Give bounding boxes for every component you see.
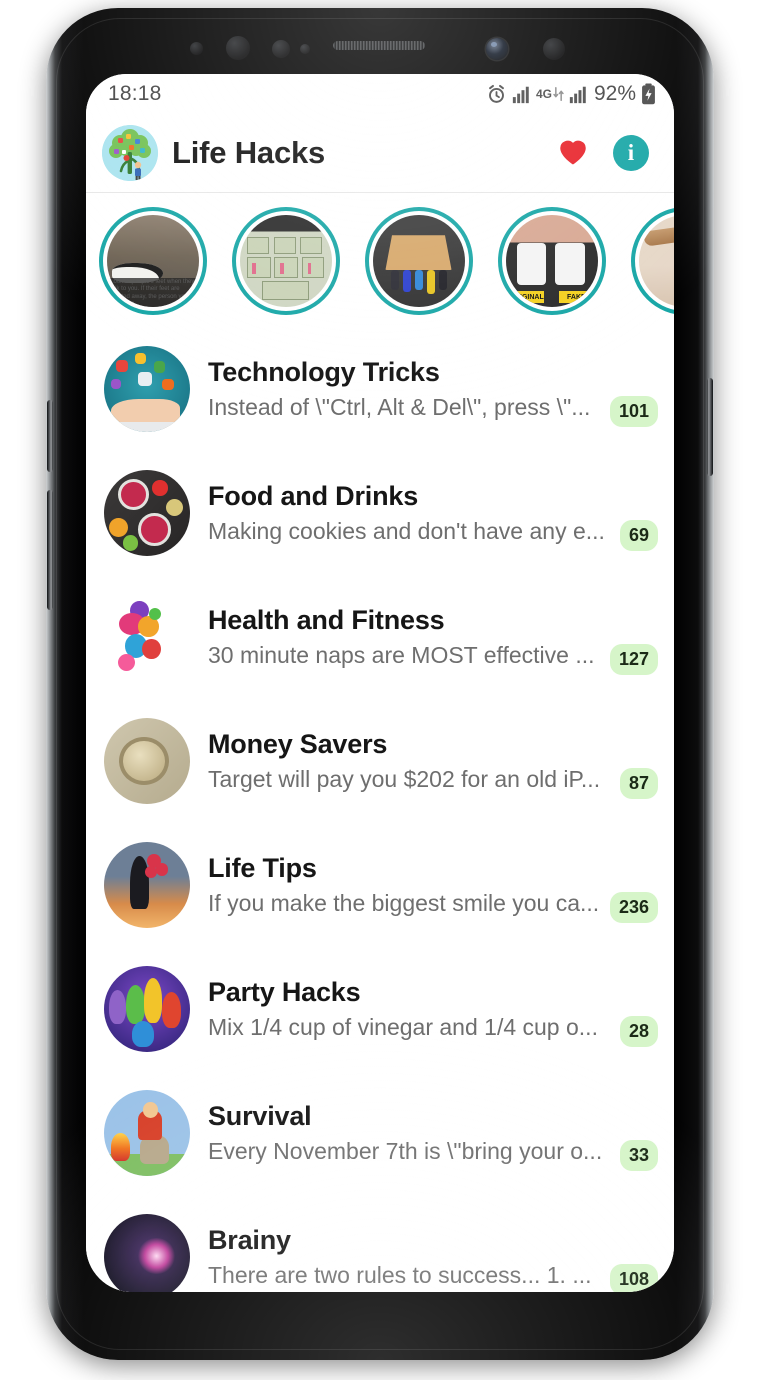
story-ring <box>364 207 473 315</box>
story-thumbnail: ORIGINAL FAKE <box>505 215 598 307</box>
list-item[interactable]: Life Tips If you make the biggest smile … <box>86 823 674 947</box>
info-button[interactable]: i <box>608 130 654 176</box>
status-bar: 18:18 4G 92% <box>86 74 674 114</box>
page-title: Life Hacks <box>172 135 326 170</box>
list-item[interactable]: Party Hacks Mix 1/4 cup of vinegar and 1… <box>86 947 674 1071</box>
led-indicator-icon <box>300 44 310 54</box>
list-item-title: Money Savers <box>208 729 388 759</box>
status-badge: 236 <box>609 892 658 923</box>
list-item[interactable]: Technology Tricks Instead of \"Ctrl, Alt… <box>86 327 674 451</box>
list-item-subtitle: There are two rules to success... 1. ... <box>208 1262 592 1288</box>
battery-charging-icon <box>641 83 656 105</box>
list-item-text: Food and Drinks Making cookies and don't… <box>208 481 610 545</box>
favorites-button[interactable] <box>550 130 596 176</box>
list-item-title: Health and Fitness <box>208 605 445 635</box>
avatar <box>104 1090 190 1176</box>
network-4g-icon: 4G <box>536 86 564 102</box>
avatar <box>104 470 190 556</box>
alarm-icon <box>486 84 507 105</box>
status-badge: 69 <box>619 520 658 551</box>
story-ring <box>630 207 674 315</box>
stories-carousel[interactable]: Look at people's feet when they talk to … <box>86 193 674 327</box>
avatar <box>104 346 190 432</box>
battery-percent-label: 92% <box>593 82 636 105</box>
avatar <box>104 718 190 804</box>
light-sensor-icon <box>272 40 290 58</box>
list-item-text: Health and Fitness 30 minute naps are MO… <box>208 605 600 669</box>
story-caption: Look at people's feet when they talk to … <box>110 278 195 308</box>
list-item-title: Party Hacks <box>208 977 361 1007</box>
status-badge: 101 <box>609 396 658 427</box>
story-label-original: ORIGINAL <box>509 291 545 304</box>
list-item[interactable]: Money Savers Target will pay you $202 fo… <box>86 699 674 823</box>
story-label-fake: FAKE <box>558 291 594 304</box>
status-badge: 127 <box>609 644 658 675</box>
story-item[interactable]: ORIGINAL FAKE <box>485 207 618 315</box>
status-badge: 87 <box>619 768 658 799</box>
story-ring <box>231 207 340 315</box>
volume-up-button[interactable] <box>47 400 53 472</box>
front-camera-icon <box>486 38 508 60</box>
earpiece-speaker <box>333 41 425 50</box>
avatar <box>104 842 190 928</box>
secondary-sensor-icon <box>543 38 565 60</box>
screen-bottom-edge <box>86 1290 674 1292</box>
list-item-title: Food and Drinks <box>208 481 419 511</box>
story-thumbnail: Look at people's feet when they talk to … <box>106 215 199 308</box>
list-item-title: Brainy <box>208 1225 291 1255</box>
list-item-subtitle: 30 minute naps are MOST effective ... <box>208 642 595 668</box>
list-item-subtitle: Target will pay you $202 for an old iP..… <box>208 766 601 792</box>
list-item-title: Technology Tricks <box>208 357 440 387</box>
screenshot-stage: 18:18 4G 92% Life Hacks i Look at people… <box>0 0 759 1380</box>
category-list: Technology Tricks Instead of \"Ctrl, Alt… <box>86 327 674 1292</box>
story-ring: Look at people's feet when they talk to … <box>98 207 207 315</box>
signal-icon-2 <box>569 85 588 104</box>
status-badge: 33 <box>619 1140 658 1171</box>
list-item-subtitle: If you make the biggest smile you ca... <box>208 890 600 916</box>
list-item-text: Party Hacks Mix 1/4 cup of vinegar and 1… <box>208 977 610 1041</box>
avatar <box>104 594 190 680</box>
list-item-subtitle: Mix 1/4 cup of vinegar and 1/4 cup o... <box>208 1014 598 1040</box>
status-badge: 28 <box>619 1016 658 1047</box>
iris-sensor-icon <box>226 36 250 60</box>
list-item-text: Technology Tricks Instead of \"Ctrl, Alt… <box>208 357 600 421</box>
story-item[interactable]: Look at people's feet when they talk to … <box>86 207 219 315</box>
list-item[interactable]: Health and Fitness 30 minute naps are MO… <box>86 575 674 699</box>
list-item-text: Money Savers Target will pay you $202 fo… <box>208 729 610 793</box>
heart-icon <box>554 133 592 174</box>
list-item[interactable]: Brainy There are two rules to success...… <box>86 1195 674 1292</box>
proximity-sensor-icon <box>190 42 203 55</box>
list-item-subtitle: Instead of \"Ctrl, Alt & Del\", press \"… <box>208 394 591 420</box>
story-thumbnail <box>239 215 332 307</box>
list-item[interactable]: Food and Drinks Making cookies and don't… <box>86 451 674 575</box>
list-item-text: Brainy There are two rules to success...… <box>208 1225 600 1289</box>
story-thumbnail <box>372 215 465 307</box>
list-item-text: Survival Every November 7th is \"bring y… <box>208 1101 610 1165</box>
volume-down-button[interactable] <box>47 490 53 610</box>
signal-icon <box>512 85 531 104</box>
app-logo-tree[interactable] <box>102 125 158 181</box>
story-ring: ORIGINAL FAKE <box>497 207 606 315</box>
list-item[interactable]: Survival Every November 7th is \"bring y… <box>86 1071 674 1195</box>
avatar <box>104 1214 190 1292</box>
list-item-title: Survival <box>208 1101 312 1131</box>
list-item-text: Life Tips If you make the biggest smile … <box>208 853 600 917</box>
story-item[interactable] <box>618 207 674 315</box>
status-clock: 18:18 <box>108 82 162 105</box>
story-item[interactable] <box>352 207 485 315</box>
list-item-title: Life Tips <box>208 853 317 883</box>
network-4g-label: 4G <box>535 87 552 101</box>
status-icons: 4G 92% <box>486 82 656 106</box>
app-bar: Life Hacks i <box>86 114 674 192</box>
power-button[interactable] <box>707 378 713 476</box>
list-item-subtitle: Making cookies and don't have any e... <box>208 518 605 544</box>
phone-screen: 18:18 4G 92% Life Hacks i Look at people… <box>86 74 674 1292</box>
list-item-subtitle: Every November 7th is \"bring your o... <box>208 1138 603 1164</box>
story-item[interactable] <box>219 207 352 315</box>
status-badge: 108 <box>609 1264 658 1292</box>
story-thumbnail <box>638 215 674 307</box>
info-icon: i <box>613 135 649 171</box>
avatar <box>104 966 190 1052</box>
